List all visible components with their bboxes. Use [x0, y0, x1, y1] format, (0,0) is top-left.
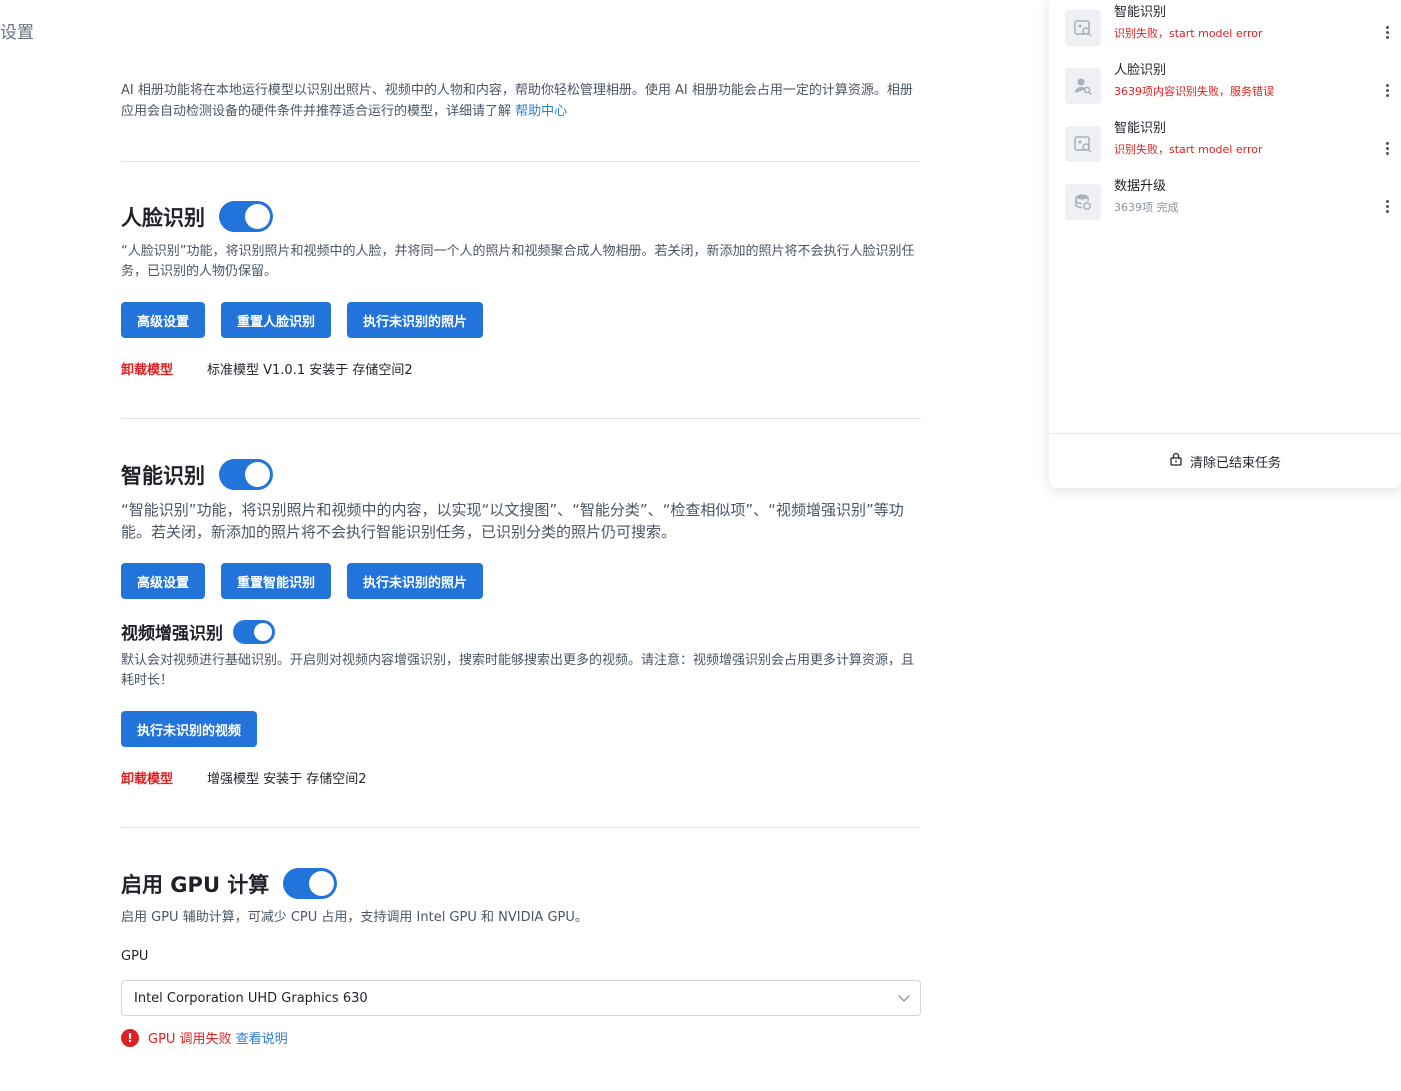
task-panel: 智能识别 识别失败，start model error 人脸识别 3639项内容… [1049, 0, 1401, 488]
reset-face-recognition-button[interactable]: 重置人脸识别 [221, 302, 332, 338]
clear-icon [1169, 452, 1183, 470]
face-toggle[interactable] [219, 201, 273, 232]
more-options-icon[interactable] [1379, 22, 1395, 42]
more-options-icon[interactable] [1379, 196, 1395, 216]
error-icon: ! [121, 1028, 139, 1047]
video-button-row: 执行未识别的视频 [121, 711, 258, 747]
intro-text: AI 相册功能将在本地运行模型以识别出照片、视频中的人物和内容，帮助你轻松管理相… [121, 80, 921, 122]
face-section-title: 人脸识别 [121, 205, 205, 230]
image-search-icon [1065, 126, 1101, 162]
face-run-unrecognized-photos-button[interactable]: 执行未识别的照片 [347, 302, 484, 338]
toggle-knob [245, 204, 270, 229]
gpu-selected-value: Intel Corporation UHD Graphics 630 [134, 990, 368, 1006]
gpu-select[interactable]: Intel Corporation UHD Graphics 630 [121, 980, 921, 1016]
gpu-field-label: GPU [121, 949, 149, 964]
task-body: 智能识别 识别失败，start model error [1114, 120, 1379, 158]
divider [121, 827, 921, 828]
smart-description: “智能识别”功能，将识别照片和视频中的内容，以实现“以文搜图”、“智能分类”、“… [121, 501, 904, 541]
help-center-link[interactable]: 帮助中心 [515, 104, 567, 119]
toggle-knob [309, 871, 335, 896]
gpu-description: 启用 GPU 辅助计算，可减少 CPU 占用，支持调用 Intel GPU 和 … [121, 910, 588, 925]
reset-smart-recognition-button[interactable]: 重置智能识别 [221, 563, 332, 599]
video-section-header: 视频增强识别 [121, 619, 275, 644]
database-icon [1065, 184, 1101, 220]
task-name: 人脸识别 [1114, 63, 1167, 78]
task-item: 智能识别 识别失败，start model error [1065, 120, 1395, 170]
image-search-icon [1065, 10, 1101, 46]
task-status: 3639项内容识别失败，服务错误 [1114, 85, 1274, 98]
task-name: 智能识别 [1114, 121, 1167, 136]
divider [121, 418, 921, 419]
divider [121, 161, 921, 162]
task-name: 数据升级 [1114, 179, 1167, 194]
task-item: 数据升级 3639项 完成 [1065, 178, 1395, 228]
run-unrecognized-videos-button[interactable]: 执行未识别的视频 [121, 711, 258, 747]
face-section-header: 人脸识别 [121, 201, 273, 232]
face-button-row: 高级设置 重置人脸识别 执行未识别的照片 [121, 302, 484, 338]
gpu-section-title: 启用 GPU 计算 [121, 872, 270, 897]
face-model-info: 标准模型 V1.0.1 安装于 存储空间2 [207, 363, 413, 378]
face-description: “人脸识别”功能，将识别照片和视频中的人脸，并将同一个人的照片和视频聚合成人物相… [121, 244, 915, 279]
smart-advanced-settings-button[interactable]: 高级设置 [121, 563, 206, 599]
task-body: 数据升级 3639项 完成 [1114, 178, 1379, 216]
chevron-down-icon [898, 990, 910, 1002]
toggle-knob [254, 622, 272, 641]
smart-run-unrecognized-photos-button[interactable]: 执行未识别的照片 [347, 563, 484, 599]
clear-finished-tasks-label: 清除已结束任务 [1189, 455, 1281, 471]
smart-section-header: 智能识别 [121, 459, 273, 490]
task-status: 识别失败，start model error [1114, 27, 1263, 40]
clear-finished-tasks-button[interactable]: 清除已结束任务 [1049, 434, 1401, 488]
gpu-toggle[interactable] [283, 868, 338, 899]
more-options-icon[interactable] [1379, 80, 1395, 100]
view-instructions-link[interactable]: 查看说明 [236, 1028, 288, 1047]
task-body: 人脸识别 3639项内容识别失败，服务错误 [1114, 62, 1379, 100]
video-uninstall-model-link[interactable]: 卸载模型 [121, 768, 207, 787]
gpu-error-text: GPU 调用失败 [148, 1032, 232, 1047]
video-enhance-toggle[interactable] [233, 619, 275, 644]
task-status: 识别失败，start model error [1114, 143, 1263, 156]
gpu-error-line: ! GPU 调用失败 查看说明 [121, 1028, 288, 1047]
page-title: 设置 [0, 23, 34, 43]
face-uninstall-model-link[interactable]: 卸载模型 [121, 359, 207, 378]
gpu-section-header: 启用 GPU 计算 [121, 868, 338, 899]
face-advanced-settings-button[interactable]: 高级设置 [121, 302, 206, 338]
video-section-title: 视频增强识别 [121, 624, 223, 644]
smart-section-title: 智能识别 [121, 463, 205, 488]
task-status: 3639项 完成 [1114, 201, 1179, 214]
video-model-line: 卸载模型 增强模型 安装于 存储空间2 [121, 768, 367, 787]
task-body: 智能识别 识别失败，start model error [1114, 4, 1379, 42]
video-model-info: 增强模型 安装于 存储空间2 [207, 772, 367, 787]
toggle-knob [245, 462, 270, 487]
task-item: 智能识别 识别失败，start model error [1065, 4, 1395, 54]
person-search-icon [1065, 68, 1101, 104]
video-description: 默认会对视频进行基础识别。开启则对视频内容增强识别，搜索时能够搜索出更多的视频。… [121, 653, 915, 688]
smart-toggle[interactable] [219, 459, 273, 490]
more-options-icon[interactable] [1379, 138, 1395, 158]
task-item: 人脸识别 3639项内容识别失败，服务错误 [1065, 62, 1395, 112]
task-name: 智能识别 [1114, 5, 1167, 20]
smart-button-row: 高级设置 重置智能识别 执行未识别的照片 [121, 563, 484, 599]
face-model-line: 卸载模型 标准模型 V1.0.1 安装于 存储空间2 [121, 359, 413, 378]
